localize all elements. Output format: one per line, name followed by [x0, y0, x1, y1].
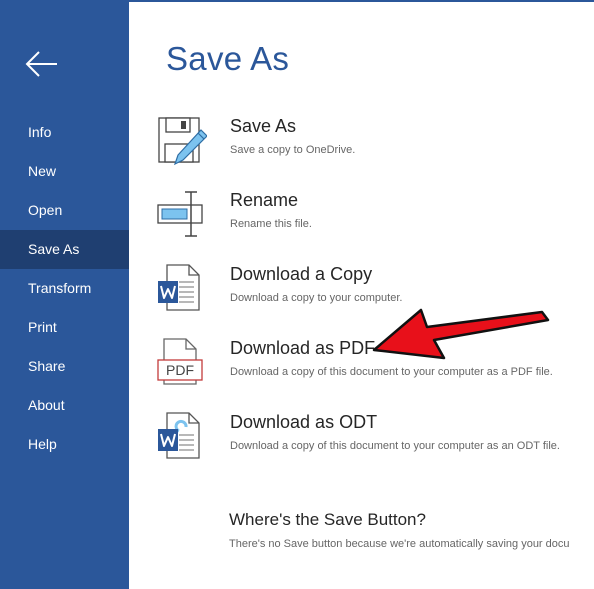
- save-button-info-title: Where's the Save Button?: [229, 510, 426, 529]
- sidebar-item-save-as[interactable]: Save As: [0, 230, 129, 269]
- download-pdf-option-label: Download as PDF: [230, 338, 376, 358]
- sidebar-item-open[interactable]: Open: [0, 191, 129, 230]
- pdf-icon-text: PDF: [166, 362, 194, 378]
- page-title: Save As: [166, 40, 290, 77]
- save-button-info-description: There's no Save button because we're aut…: [229, 538, 570, 550]
- download-copy-option-label: Download a Copy: [230, 264, 373, 284]
- rename-option-label: Rename: [230, 190, 299, 210]
- rename-textbox-icon: [157, 191, 203, 237]
- pdf-document-icon: PDF: [157, 338, 203, 385]
- save-disk-pencil-icon: [158, 117, 207, 166]
- sidebar-item-help[interactable]: Help: [0, 425, 129, 464]
- odt-document-icon: [158, 412, 200, 459]
- arrow-left-icon: [25, 51, 57, 77]
- save-as-option-label: Save As: [230, 116, 297, 136]
- sidebar-item-print[interactable]: Print: [0, 308, 129, 347]
- sidebar-item-about[interactable]: About: [0, 386, 129, 425]
- rename-option-description: Rename this file.: [230, 218, 312, 230]
- save-as-option[interactable]: Save As Save a copy to OneDrive.: [155, 116, 594, 176]
- sidebar-item-share[interactable]: Share: [0, 347, 129, 386]
- back-button[interactable]: [22, 46, 62, 82]
- download-odt-option[interactable]: Download as ODT Download a copy of this …: [155, 412, 594, 472]
- sidebar-nav: Info New Open Save As Transform Print Sh…: [0, 113, 129, 464]
- download-odt-option-description: Download a copy of this document to your…: [230, 440, 560, 452]
- download-odt-option-label: Download as ODT: [230, 412, 378, 432]
- save-as-option-description: Save a copy to OneDrive.: [230, 144, 356, 156]
- word-document-icon: [158, 264, 200, 311]
- sidebar-item-transform[interactable]: Transform: [0, 269, 129, 308]
- sidebar-item-new[interactable]: New: [0, 152, 129, 191]
- sidebar-item-info[interactable]: Info: [0, 113, 129, 152]
- red-pointer-arrow-icon: [372, 308, 550, 360]
- rename-option[interactable]: Rename Rename this file.: [155, 190, 594, 250]
- sidebar: Info New Open Save As Transform Print Sh…: [0, 2, 129, 589]
